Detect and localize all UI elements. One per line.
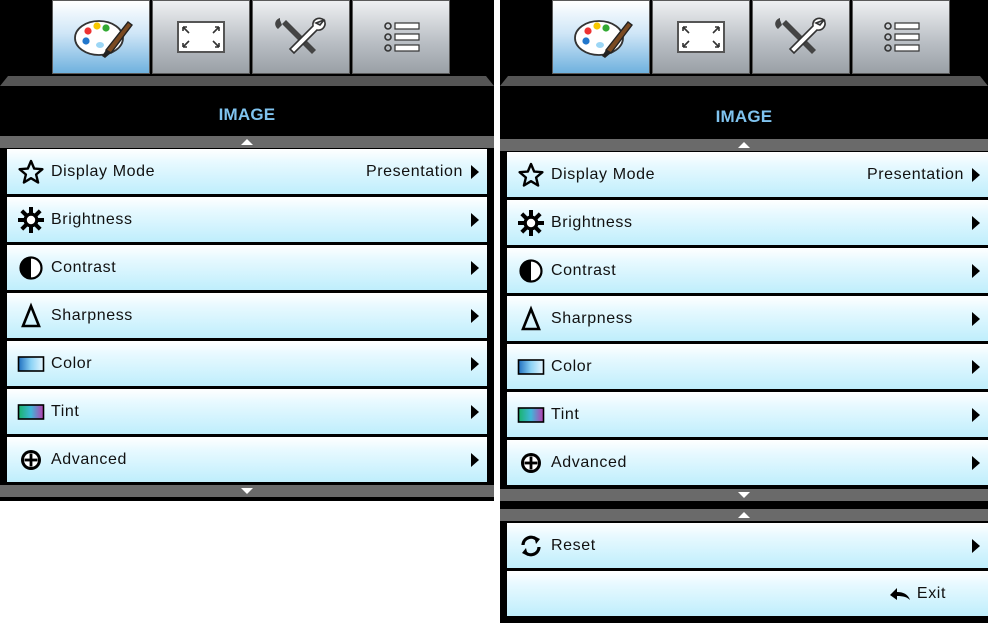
menu-item-contrast[interactable]: Contrast — [507, 248, 988, 293]
tint-icon — [517, 401, 545, 429]
tab-image[interactable] — [552, 0, 650, 74]
caret-right-icon — [972, 359, 980, 374]
caret-right-icon — [471, 308, 479, 323]
menu-item-tint[interactable]: Tint — [7, 389, 487, 434]
tab-ledge — [0, 76, 494, 86]
display-resize-icon — [666, 12, 736, 62]
caret-right-icon — [972, 407, 980, 422]
menu-item-advanced[interactable]: Advanced — [7, 437, 487, 482]
menu-item-display-mode[interactable]: Display Mode Presentation — [7, 149, 487, 194]
menu-item-label: Contrast — [551, 261, 617, 279]
star-icon — [517, 161, 545, 189]
caret-right-icon — [471, 212, 479, 227]
menu-item-display-mode[interactable]: Display Mode Presentation — [507, 152, 988, 197]
page-title: IMAGE — [715, 107, 773, 126]
menu-item-color[interactable]: Color — [7, 341, 487, 386]
tab-options[interactable] — [352, 0, 450, 74]
options-list-icon — [366, 12, 436, 62]
menu-item-label: Contrast — [51, 258, 117, 276]
return-arrow-icon — [888, 585, 912, 603]
menu-item-label: Advanced — [551, 453, 627, 471]
options-list-icon — [866, 12, 936, 62]
menu-item-label: Tint — [551, 405, 580, 423]
menu-item-label: Advanced — [51, 450, 127, 468]
sharpness-icon — [517, 305, 545, 333]
scroll-up-indicator-page2[interactable] — [500, 509, 988, 521]
tab-image[interactable] — [52, 0, 150, 74]
caret-right-icon — [471, 404, 479, 419]
tab-strip — [0, 0, 494, 77]
tab-display[interactable] — [152, 0, 250, 74]
brightness-icon — [17, 206, 45, 234]
scroll-down-indicator[interactable] — [0, 485, 494, 497]
menu-item-reset[interactable]: Reset — [507, 523, 988, 568]
menu-item-sharpness[interactable]: Sharpness — [507, 296, 988, 341]
menu-item-advanced[interactable]: Advanced — [507, 440, 988, 485]
contrast-icon — [17, 254, 45, 282]
menu-item-label: Brightness — [551, 213, 633, 231]
menu-item-contrast[interactable]: Contrast — [7, 245, 487, 290]
menu-item-label: Brightness — [51, 210, 133, 228]
palette-icon — [566, 12, 636, 62]
menu-item-color[interactable]: Color — [507, 344, 988, 389]
settings-tools-icon — [266, 12, 336, 62]
palette-icon — [66, 12, 136, 62]
caret-right-icon — [972, 538, 980, 553]
tab-strip — [500, 0, 988, 77]
scroll-up-indicator[interactable] — [500, 139, 988, 151]
settings-tools-icon — [766, 12, 836, 62]
menu-item-sharpness[interactable]: Sharpness — [7, 293, 487, 338]
display-resize-icon — [166, 12, 236, 62]
scroll-up-indicator[interactable] — [0, 136, 494, 148]
menu-item-label: Color — [551, 357, 593, 375]
tab-options[interactable] — [852, 0, 950, 74]
chevron-down-icon — [738, 492, 750, 498]
star-icon — [17, 158, 45, 186]
tab-setup[interactable] — [252, 0, 350, 74]
menu-item-value: Presentation — [866, 165, 964, 183]
menu-item-label: Reset — [551, 536, 596, 554]
menu-item-label: Sharpness — [51, 306, 133, 324]
menu-item-brightness[interactable]: Brightness — [7, 197, 487, 242]
menu-item-tint[interactable]: Tint — [507, 392, 988, 437]
caret-right-icon — [471, 452, 479, 467]
chevron-up-icon — [738, 512, 750, 518]
tab-ledge — [500, 76, 988, 86]
menu-item-label: Display Mode — [51, 162, 156, 180]
menu-item-label: Display Mode — [551, 165, 656, 183]
menu-item-value: Presentation — [365, 162, 463, 180]
chevron-up-icon — [241, 139, 253, 145]
caret-right-icon — [972, 167, 980, 182]
menu-item-brightness[interactable]: Brightness — [507, 200, 988, 245]
chevron-down-icon — [241, 488, 253, 494]
caret-right-icon — [471, 356, 479, 371]
tint-icon — [17, 398, 45, 426]
reset-icon — [517, 532, 545, 560]
caret-right-icon — [972, 311, 980, 326]
brightness-icon — [517, 209, 545, 237]
color-icon — [17, 350, 45, 378]
osd-menu-right: IMAGE Display Mode Presentation Brightne… — [500, 0, 988, 623]
sharpness-icon — [17, 302, 45, 330]
advanced-icon — [517, 449, 545, 477]
caret-right-icon — [972, 263, 980, 278]
menu-item-label: Color — [51, 354, 93, 372]
page-title: IMAGE — [218, 105, 276, 124]
contrast-icon — [517, 257, 545, 285]
exit-button[interactable]: Exit — [507, 571, 988, 616]
caret-right-icon — [972, 215, 980, 230]
exit-label: Exit — [916, 584, 946, 602]
advanced-icon — [17, 446, 45, 474]
tab-display[interactable] — [652, 0, 750, 74]
osd-menu-left: IMAGE Display Mode Presentation Brightne… — [0, 0, 494, 501]
scroll-down-indicator[interactable] — [500, 489, 988, 501]
menu-item-label: Tint — [51, 402, 80, 420]
menu-item-label: Sharpness — [551, 309, 633, 327]
caret-right-icon — [471, 164, 479, 179]
caret-right-icon — [972, 455, 980, 470]
color-icon — [517, 353, 545, 381]
caret-right-icon — [471, 260, 479, 275]
chevron-up-icon — [738, 142, 750, 148]
tab-setup[interactable] — [752, 0, 850, 74]
